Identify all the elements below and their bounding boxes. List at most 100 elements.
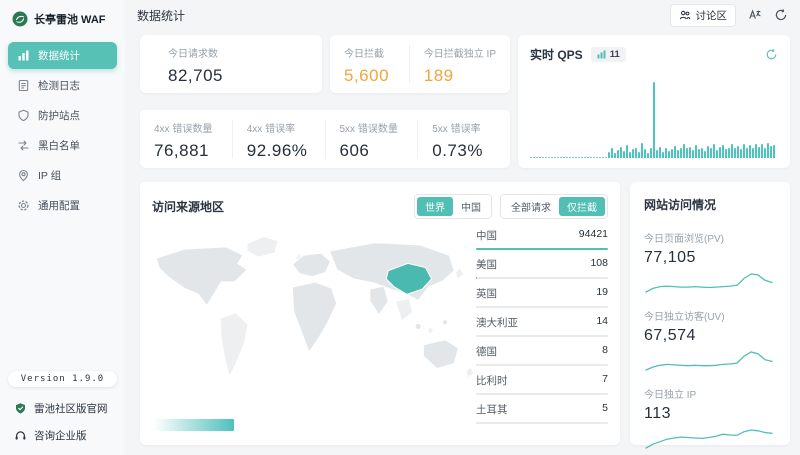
qps-bar bbox=[773, 145, 775, 158]
country-line: 中国94421 bbox=[476, 228, 608, 243]
metric-value: 113 bbox=[644, 405, 776, 423]
qps-bar bbox=[650, 148, 652, 158]
sidebar-link-咨询企业版[interactable]: 咨询企业版 bbox=[0, 422, 125, 449]
sidebar-link-label: 咨询企业版 bbox=[34, 428, 87, 443]
country-name: 比利时 bbox=[476, 373, 508, 388]
qps-bar bbox=[665, 148, 667, 158]
qps-bar bbox=[713, 144, 715, 158]
country-name: 德国 bbox=[476, 344, 497, 359]
sidebar-item-数据统计[interactable]: 数据统计 bbox=[8, 42, 117, 69]
qps-bar bbox=[554, 157, 556, 158]
topbar-actions: 讨论区 bbox=[670, 4, 789, 27]
country-ranking-list: 中国94421美国108英国19澳大利亚14德国8比利时7土耳其5 bbox=[476, 228, 608, 431]
stat-value: 189 bbox=[424, 66, 496, 86]
country-bar-track bbox=[476, 277, 608, 279]
qps-bar bbox=[632, 149, 634, 158]
qps-bar bbox=[656, 150, 658, 158]
country-name: 澳大利亚 bbox=[476, 315, 518, 330]
qps-bar bbox=[539, 157, 541, 158]
metric-sparkline bbox=[644, 347, 774, 373]
scope-option-中国[interactable]: 中国 bbox=[453, 197, 489, 216]
qps-bar bbox=[599, 157, 601, 158]
qps-bar bbox=[674, 146, 676, 158]
card-realtime-qps: 实时 QPS 11 bbox=[518, 35, 790, 168]
qps-bar bbox=[749, 145, 751, 158]
country-bar-track bbox=[476, 422, 608, 424]
qps-current-badge: 11 bbox=[591, 47, 626, 62]
filter-option-仅拦截[interactable]: 仅拦截 bbox=[559, 197, 605, 216]
country-row: 美国108 bbox=[476, 257, 608, 279]
country-line: 德国8 bbox=[476, 344, 608, 359]
qps-refresh-icon[interactable] bbox=[765, 48, 778, 61]
sidebar-item-label: 检测日志 bbox=[38, 78, 80, 93]
qps-bar bbox=[644, 149, 646, 158]
sidebar-item-label: 数据统计 bbox=[38, 48, 80, 63]
country-value: 94421 bbox=[579, 228, 608, 243]
qps-bar bbox=[671, 149, 673, 158]
filter-toggle-group: 全部请求仅拦截 bbox=[500, 194, 608, 219]
sidebar-item-防护站点[interactable]: 防护站点 bbox=[8, 102, 117, 129]
scope-option-世界[interactable]: 世界 bbox=[417, 197, 453, 216]
metric-sparkline bbox=[644, 425, 774, 451]
app-logo-row: 长亭雷池 WAF bbox=[0, 0, 125, 39]
discussion-button[interactable]: 讨论区 bbox=[670, 4, 737, 27]
qps-bar bbox=[587, 157, 589, 158]
sidebar-item-label: 黑白名单 bbox=[38, 138, 80, 153]
country-row: 土耳其5 bbox=[476, 402, 608, 424]
metric-label: 今日独立 IP bbox=[644, 386, 776, 401]
stat-cell: 今日拦截5,600 bbox=[330, 45, 409, 83]
site-metrics: 今日页面浏览(PV)77,105今日独立访客(UV)67,574今日独立 IP1… bbox=[644, 230, 776, 451]
filter-option-全部请求[interactable]: 全部请求 bbox=[503, 197, 559, 216]
logout-icon[interactable] bbox=[774, 8, 788, 22]
qps-bar bbox=[692, 150, 694, 158]
stat-value: 5,600 bbox=[344, 66, 395, 86]
country-bar-track bbox=[476, 248, 608, 250]
stat-label: 今日拦截独立 IP bbox=[424, 45, 496, 60]
metric-label: 今日页面浏览(PV) bbox=[644, 230, 776, 245]
metric-value: 77,105 bbox=[644, 249, 776, 267]
country-value: 7 bbox=[602, 373, 608, 388]
sidebar-item-黑白名单[interactable]: 黑白名单 bbox=[8, 132, 117, 159]
sidebar-link-雷池社区版官网[interactable]: 雷池社区版官网 bbox=[0, 395, 125, 422]
qps-bar bbox=[575, 157, 577, 158]
qps-bar bbox=[617, 150, 619, 158]
qps-current-value: 11 bbox=[610, 49, 620, 60]
metric-label: 今日独立访客(UV) bbox=[644, 308, 776, 323]
translate-icon[interactable] bbox=[748, 8, 762, 22]
qps-bar bbox=[734, 148, 736, 158]
qps-bar bbox=[608, 152, 610, 158]
qps-bar bbox=[557, 157, 559, 158]
sidebar-item-检测日志[interactable]: 检测日志 bbox=[8, 72, 117, 99]
qps-bar bbox=[683, 144, 685, 158]
region-title: 访问来源地区 bbox=[152, 198, 224, 215]
country-value: 19 bbox=[596, 286, 608, 301]
document-icon bbox=[17, 79, 30, 92]
qps-bar bbox=[728, 148, 730, 158]
metric-sparkline bbox=[644, 269, 774, 295]
qps-bar bbox=[767, 143, 769, 158]
sidebar-item-通用配置[interactable]: 通用配置 bbox=[8, 192, 117, 219]
stat-cell: 今日拦截独立 IP 189 bbox=[409, 45, 510, 83]
map-color-legend bbox=[154, 419, 234, 431]
qps-bar bbox=[545, 157, 547, 158]
qps-bar bbox=[635, 148, 637, 158]
black-white-list-icon bbox=[17, 139, 30, 152]
stat-value: 0.73% bbox=[432, 141, 496, 161]
qps-bar bbox=[638, 152, 640, 158]
headset-icon bbox=[14, 429, 27, 442]
sidebar-item-IP 组[interactable]: IP 组 bbox=[8, 162, 117, 189]
qps-bar bbox=[584, 157, 586, 158]
qps-bar bbox=[551, 157, 553, 158]
people-icon bbox=[679, 9, 691, 21]
card-today-blocks: 今日拦截5,600 今日拦截独立 IP 189 bbox=[330, 35, 510, 93]
country-value: 5 bbox=[602, 402, 608, 417]
qps-bar bbox=[623, 151, 625, 158]
country-bar-track bbox=[476, 364, 608, 366]
qps-bar bbox=[563, 157, 565, 158]
qps-bar bbox=[743, 144, 745, 158]
qps-bar bbox=[542, 157, 544, 158]
qps-bar bbox=[533, 157, 535, 158]
country-bar-track bbox=[476, 335, 608, 337]
gear-icon bbox=[17, 199, 30, 212]
qps-bar bbox=[716, 150, 718, 158]
